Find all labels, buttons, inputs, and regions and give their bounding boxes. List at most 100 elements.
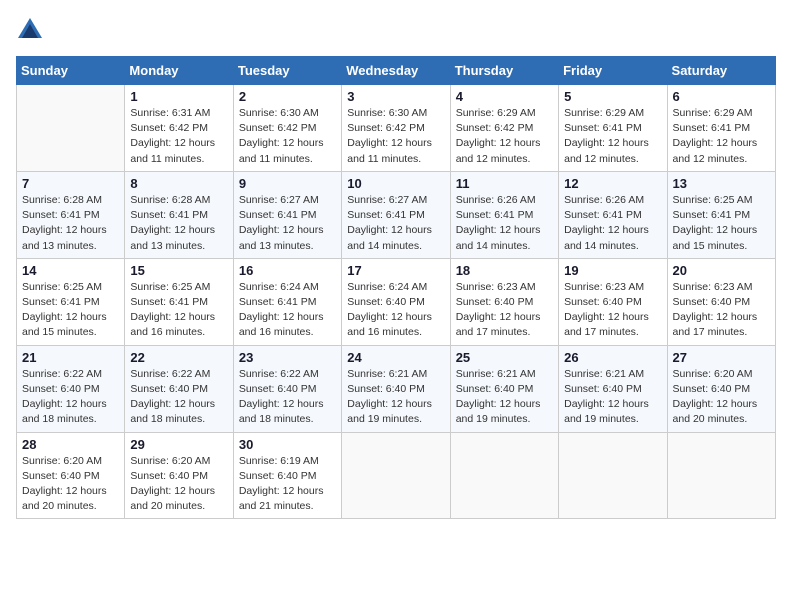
calendar-cell: 5Sunrise: 6:29 AMSunset: 6:41 PMDaylight… xyxy=(559,85,667,172)
day-info: Sunrise: 6:25 AMSunset: 6:41 PMDaylight:… xyxy=(673,193,770,254)
day-number: 11 xyxy=(456,176,553,191)
day-of-week-friday: Friday xyxy=(559,57,667,85)
day-info: Sunrise: 6:22 AMSunset: 6:40 PMDaylight:… xyxy=(130,367,227,428)
calendar-cell: 8 Sunrise: 6:28 AMSunset: 6:41 PMDaylight… xyxy=(125,171,233,258)
calendar-week-4: 21 Sunrise: 6:22 AMSunset: 6:40 PMDayligh… xyxy=(17,345,776,432)
day-number: 16 xyxy=(239,263,336,278)
calendar-cell: 1Sunrise: 6:31 AMSunset: 6:42 PMDaylight… xyxy=(125,85,233,172)
calendar-cell: 2 Sunrise: 6:30 AMSunset: 6:42 PMDaylight… xyxy=(233,85,341,172)
calendar-cell: 12 Sunrise: 6:26 AMSunset: 6:41 PMDayligh… xyxy=(559,171,667,258)
calendar-week-1: 1Sunrise: 6:31 AMSunset: 6:42 PMDaylight… xyxy=(17,85,776,172)
day-number: 27 xyxy=(673,350,770,365)
calendar-cell: 30 Sunrise: 6:19 AMSunset: 6:40 PMDayligh… xyxy=(233,432,341,519)
day-info: Sunrise: 6:20 AMSunset: 6:40 PMDaylight:… xyxy=(130,454,227,515)
calendar-cell xyxy=(450,432,558,519)
logo xyxy=(16,16,48,44)
day-number: 3 xyxy=(347,89,444,104)
day-number: 6 xyxy=(673,89,770,104)
day-number: 25 xyxy=(456,350,553,365)
calendar-cell: 14 Sunrise: 6:25 AMSunset: 6:41 PMDayligh… xyxy=(17,258,125,345)
page-header xyxy=(16,16,776,44)
day-info: Sunrise: 6:23 AMSunset: 6:40 PMDaylight:… xyxy=(456,280,553,341)
day-info: Sunrise: 6:27 AMSunset: 6:41 PMDaylight:… xyxy=(239,193,336,254)
day-info: Sunrise: 6:30 AMSunset: 6:42 PMDaylight:… xyxy=(239,106,336,167)
calendar-cell: 16 Sunrise: 6:24 AMSunset: 6:41 PMDayligh… xyxy=(233,258,341,345)
day-number: 23 xyxy=(239,350,336,365)
calendar-cell: 6Sunrise: 6:29 AMSunset: 6:41 PMDaylight… xyxy=(667,85,775,172)
calendar-cell: 21 Sunrise: 6:22 AMSunset: 6:40 PMDayligh… xyxy=(17,345,125,432)
calendar-cell: 23Sunrise: 6:22 AMSunset: 6:40 PMDayligh… xyxy=(233,345,341,432)
calendar-cell: 19 Sunrise: 6:23 AMSunset: 6:40 PMDayligh… xyxy=(559,258,667,345)
logo-icon xyxy=(16,16,44,44)
calendar-cell: 17Sunrise: 6:24 AMSunset: 6:40 PMDayligh… xyxy=(342,258,450,345)
calendar-cell: 15 Sunrise: 6:25 AMSunset: 6:41 PMDayligh… xyxy=(125,258,233,345)
day-info: Sunrise: 6:21 AMSunset: 6:40 PMDaylight:… xyxy=(456,367,553,428)
calendar-cell: 3 Sunrise: 6:30 AMSunset: 6:42 PMDaylight… xyxy=(342,85,450,172)
day-info: Sunrise: 6:25 AMSunset: 6:41 PMDaylight:… xyxy=(130,280,227,341)
day-info: Sunrise: 6:23 AMSunset: 6:40 PMDaylight:… xyxy=(673,280,770,341)
day-number: 12 xyxy=(564,176,661,191)
calendar-cell xyxy=(667,432,775,519)
day-number: 28 xyxy=(22,437,119,452)
day-number: 14 xyxy=(22,263,119,278)
day-number: 2 xyxy=(239,89,336,104)
calendar-cell: 25 Sunrise: 6:21 AMSunset: 6:40 PMDayligh… xyxy=(450,345,558,432)
day-info: Sunrise: 6:19 AMSunset: 6:40 PMDaylight:… xyxy=(239,454,336,515)
calendar-cell xyxy=(17,85,125,172)
day-info: Sunrise: 6:26 AMSunset: 6:41 PMDaylight:… xyxy=(564,193,661,254)
day-info: Sunrise: 6:30 AMSunset: 6:42 PMDaylight:… xyxy=(347,106,444,167)
day-info: Sunrise: 6:28 AMSunset: 6:41 PMDaylight:… xyxy=(22,193,119,254)
calendar-cell xyxy=(559,432,667,519)
day-of-week-tuesday: Tuesday xyxy=(233,57,341,85)
day-of-week-monday: Monday xyxy=(125,57,233,85)
day-info: Sunrise: 6:24 AMSunset: 6:41 PMDaylight:… xyxy=(239,280,336,341)
calendar-table: SundayMondayTuesdayWednesdayThursdayFrid… xyxy=(16,56,776,519)
day-number: 21 xyxy=(22,350,119,365)
day-info: Sunrise: 6:20 AMSunset: 6:40 PMDaylight:… xyxy=(673,367,770,428)
calendar-cell xyxy=(342,432,450,519)
calendar-cell: 20 Sunrise: 6:23 AMSunset: 6:40 PMDayligh… xyxy=(667,258,775,345)
day-number: 19 xyxy=(564,263,661,278)
calendar-cell: 18 Sunrise: 6:23 AMSunset: 6:40 PMDayligh… xyxy=(450,258,558,345)
day-number: 30 xyxy=(239,437,336,452)
day-info: Sunrise: 6:21 AMSunset: 6:40 PMDaylight:… xyxy=(347,367,444,428)
day-number: 20 xyxy=(673,263,770,278)
day-number: 26 xyxy=(564,350,661,365)
calendar-body: 1Sunrise: 6:31 AMSunset: 6:42 PMDaylight… xyxy=(17,85,776,519)
day-number: 18 xyxy=(456,263,553,278)
calendar-cell: 9 Sunrise: 6:27 AMSunset: 6:41 PMDaylight… xyxy=(233,171,341,258)
day-info: Sunrise: 6:24 AMSunset: 6:40 PMDaylight:… xyxy=(347,280,444,341)
day-number: 10 xyxy=(347,176,444,191)
day-info: Sunrise: 6:27 AMSunset: 6:41 PMDaylight:… xyxy=(347,193,444,254)
calendar-cell: 28 Sunrise: 6:20 AMSunset: 6:40 PMDayligh… xyxy=(17,432,125,519)
day-info: Sunrise: 6:31 AMSunset: 6:42 PMDaylight:… xyxy=(130,106,227,167)
calendar-cell: 11 Sunrise: 6:26 AMSunset: 6:41 PMDayligh… xyxy=(450,171,558,258)
day-number: 22 xyxy=(130,350,227,365)
day-of-week-saturday: Saturday xyxy=(667,57,775,85)
days-of-week-row: SundayMondayTuesdayWednesdayThursdayFrid… xyxy=(17,57,776,85)
day-info: Sunrise: 6:28 AMSunset: 6:41 PMDaylight:… xyxy=(130,193,227,254)
day-number: 29 xyxy=(130,437,227,452)
day-number: 13 xyxy=(673,176,770,191)
calendar-cell: 22 Sunrise: 6:22 AMSunset: 6:40 PMDayligh… xyxy=(125,345,233,432)
day-number: 7 xyxy=(22,176,119,191)
day-info: Sunrise: 6:23 AMSunset: 6:40 PMDaylight:… xyxy=(564,280,661,341)
day-of-week-sunday: Sunday xyxy=(17,57,125,85)
day-info: Sunrise: 6:26 AMSunset: 6:41 PMDaylight:… xyxy=(456,193,553,254)
day-info: Sunrise: 6:29 AMSunset: 6:41 PMDaylight:… xyxy=(564,106,661,167)
day-info: Sunrise: 6:22 AMSunset: 6:40 PMDaylight:… xyxy=(22,367,119,428)
day-of-week-wednesday: Wednesday xyxy=(342,57,450,85)
calendar-cell: 27 Sunrise: 6:20 AMSunset: 6:40 PMDayligh… xyxy=(667,345,775,432)
day-info: Sunrise: 6:25 AMSunset: 6:41 PMDaylight:… xyxy=(22,280,119,341)
day-number: 8 xyxy=(130,176,227,191)
day-info: Sunrise: 6:20 AMSunset: 6:40 PMDaylight:… xyxy=(22,454,119,515)
calendar-week-2: 7 Sunrise: 6:28 AMSunset: 6:41 PMDaylight… xyxy=(17,171,776,258)
calendar-cell: 24Sunrise: 6:21 AMSunset: 6:40 PMDayligh… xyxy=(342,345,450,432)
day-of-week-thursday: Thursday xyxy=(450,57,558,85)
calendar-cell: 26Sunrise: 6:21 AMSunset: 6:40 PMDayligh… xyxy=(559,345,667,432)
day-info: Sunrise: 6:29 AMSunset: 6:42 PMDaylight:… xyxy=(456,106,553,167)
calendar-cell: 29 Sunrise: 6:20 AMSunset: 6:40 PMDayligh… xyxy=(125,432,233,519)
day-number: 9 xyxy=(239,176,336,191)
calendar-cell: 7 Sunrise: 6:28 AMSunset: 6:41 PMDaylight… xyxy=(17,171,125,258)
day-number: 15 xyxy=(130,263,227,278)
